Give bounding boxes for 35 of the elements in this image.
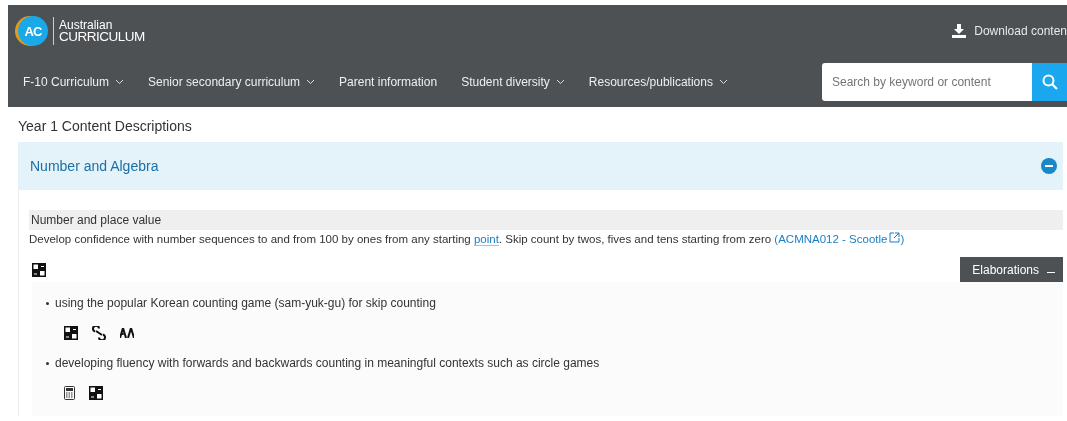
external-link-icon — [889, 232, 901, 243]
letters-icon — [120, 328, 134, 338]
elaboration-text: developing fluency with forwards and backwards counting in meaningful contexts such as circle games — [55, 356, 600, 370]
logo-text[interactable]: CURRICULUM — [59, 31, 145, 43]
minus-icon — [1047, 271, 1055, 274]
chevron-down-icon — [115, 79, 124, 85]
chevron-down-icon — [718, 79, 728, 85]
strand-title: Number and Algebra — [30, 158, 159, 174]
download-icon — [952, 24, 967, 38]
logo-text[interactable]: Australian — [59, 19, 145, 31]
sub-strand-heading: Number and place value — [29, 210, 1063, 230]
code-link[interactable]: ACMNA012 - Scootle — [778, 233, 888, 245]
link-icon — [92, 326, 106, 340]
nav-menu-item[interactable]: Resources/publications — [588, 75, 728, 89]
nav-menu-item[interactable]: Senior secondary curriculum — [148, 75, 316, 89]
strand-header[interactable]: Number and Algebra — [18, 142, 1063, 190]
search-button[interactable] — [1032, 63, 1067, 101]
grid-icon — [32, 262, 46, 277]
chevron-down-icon — [555, 79, 565, 85]
glossary-link[interactable]: point — [473, 233, 499, 246]
grid-icon — [64, 326, 78, 340]
grid-icon — [89, 386, 103, 400]
calculator-icon — [64, 386, 75, 400]
download-link[interactable]: Download conten — [952, 24, 1067, 38]
chevron-down-icon — [306, 79, 316, 85]
search-icon — [1041, 74, 1058, 90]
nav-menu-item[interactable]: Parent information — [339, 75, 438, 89]
nav-menu-item[interactable]: Student diversity — [461, 75, 565, 89]
page-title: Year 1 Content Descriptions — [18, 118, 193, 134]
elaborations-button[interactable]: Elaborations — [960, 257, 1063, 282]
elaboration-text: using the popular Korean counting game (sam-yuk-gu) for skip counting — [55, 296, 436, 310]
collapse-icon[interactable] — [1041, 158, 1057, 174]
search-field[interactable]: Search by keyword or content — [822, 63, 1032, 101]
content-description: Develop confidence with number sequences to and from 100 by ones from any starting point. Skip count by twos, fives and tens starting from zero (ACMNA012 - Scootle ) — [29, 232, 906, 245]
nav-menu-item[interactable]: F-10 Curriculum — [23, 75, 124, 89]
